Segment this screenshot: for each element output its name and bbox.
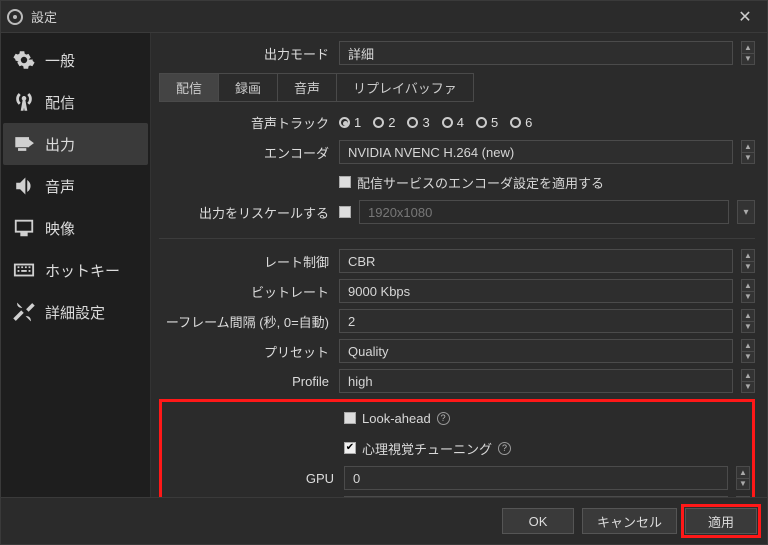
- keyint-input[interactable]: 2: [339, 309, 733, 333]
- gpu-input[interactable]: 0: [344, 466, 728, 490]
- audio-track-label: 音声トラック: [159, 113, 339, 132]
- sidebar-item-label: 出力: [45, 134, 75, 155]
- encoder-settings-section: レート制御 CBR ▲▼ ビットレート 9000 Kbps ▲▼ ーフレーム間隔…: [159, 238, 755, 497]
- rescale-select: 1920x1080: [359, 200, 729, 224]
- psycho-visual-label: 心理視覚チューニング: [362, 439, 492, 458]
- window-title: 設定: [31, 7, 57, 26]
- sidebar-item-label: ホットキー: [45, 260, 120, 281]
- preset-stepper[interactable]: ▲▼: [741, 339, 755, 363]
- speaker-icon: [13, 175, 35, 197]
- sidebar-item-label: 映像: [45, 218, 75, 239]
- sidebar: 一般 配信 出力 音声 映像 ホットキー: [1, 33, 151, 497]
- keyboard-icon: [13, 259, 35, 281]
- audio-track-radio-6[interactable]: 6: [510, 115, 532, 130]
- sidebar-item-stream[interactable]: 配信: [3, 81, 148, 123]
- look-ahead-label: Look-ahead: [362, 411, 431, 426]
- enforce-service-checkbox[interactable]: 配信サービスのエンコーダ設定を適用する: [339, 173, 604, 192]
- output-icon: [13, 133, 35, 155]
- profile-label: Profile: [159, 374, 339, 389]
- content-pane: 出力モード 詳細 ▲▼ 配信 録画 音声 リプレイバッファ 音声トラック 1 2…: [151, 33, 767, 497]
- sidebar-item-label: 詳細設定: [45, 302, 105, 323]
- audio-track-radio-4[interactable]: 4: [442, 115, 464, 130]
- bitrate-stepper[interactable]: ▲▼: [741, 279, 755, 303]
- ok-button[interactable]: OK: [502, 508, 574, 534]
- tab-stream[interactable]: 配信: [159, 73, 219, 102]
- sidebar-item-advanced[interactable]: 詳細設定: [3, 291, 148, 333]
- sidebar-item-label: 一般: [45, 50, 75, 71]
- sidebar-item-output[interactable]: 出力: [3, 123, 148, 165]
- rescale-dropdown-icon: ▾: [737, 200, 755, 224]
- tools-icon: [13, 301, 35, 323]
- tab-audio[interactable]: 音声: [278, 73, 337, 102]
- sidebar-item-label: 配信: [45, 92, 75, 113]
- audio-track-radio-2[interactable]: 2: [373, 115, 395, 130]
- help-icon[interactable]: ?: [498, 442, 511, 455]
- tab-recording[interactable]: 録画: [219, 73, 278, 102]
- bitrate-label: ビットレート: [159, 282, 339, 301]
- sidebar-item-audio[interactable]: 音声: [3, 165, 148, 207]
- audio-track-radio-3[interactable]: 3: [407, 115, 429, 130]
- app-icon: [7, 9, 23, 25]
- keyint-label: ーフレーム間隔 (秒, 0=自動): [159, 312, 339, 331]
- sidebar-item-label: 音声: [45, 176, 75, 197]
- audio-track-radios: 1 2 3 4 5 6: [339, 115, 755, 130]
- encoder-label: エンコーダ: [159, 143, 339, 162]
- encoder-stepper[interactable]: ▲▼: [741, 140, 755, 164]
- bitrate-input[interactable]: 9000 Kbps: [339, 279, 733, 303]
- output-mode-label: 出力モード: [159, 44, 339, 63]
- audio-track-radio-1[interactable]: 1: [339, 115, 361, 130]
- gpu-stepper[interactable]: ▲▼: [736, 466, 750, 490]
- sidebar-item-general[interactable]: 一般: [3, 39, 148, 81]
- gear-icon: [13, 49, 35, 71]
- profile-select[interactable]: high: [339, 369, 733, 393]
- rate-control-label: レート制御: [159, 252, 339, 271]
- output-tabs: 配信 録画 音声 リプレイバッファ: [159, 73, 755, 102]
- output-mode-select[interactable]: 詳細: [339, 41, 733, 65]
- enforce-service-label: 配信サービスのエンコーダ設定を適用する: [357, 173, 604, 192]
- footer: OK キャンセル 適用: [1, 497, 767, 544]
- cancel-button[interactable]: キャンセル: [582, 508, 677, 534]
- rate-control-select[interactable]: CBR: [339, 249, 733, 273]
- encoder-select[interactable]: NVIDIA NVENC H.264 (new): [339, 140, 733, 164]
- gpu-label: GPU: [164, 471, 344, 486]
- rescale-checkbox[interactable]: [339, 206, 351, 218]
- sidebar-item-hotkeys[interactable]: ホットキー: [3, 249, 148, 291]
- keyint-stepper[interactable]: ▲▼: [741, 309, 755, 333]
- profile-stepper[interactable]: ▲▼: [741, 369, 755, 393]
- preset-select[interactable]: Quality: [339, 339, 733, 363]
- apply-button[interactable]: 適用: [685, 508, 757, 534]
- rescale-label: 出力をリスケールする: [159, 203, 339, 222]
- rate-control-stepper[interactable]: ▲▼: [741, 249, 755, 273]
- close-icon[interactable]: ✕: [729, 1, 761, 32]
- sidebar-item-video[interactable]: 映像: [3, 207, 148, 249]
- psycho-visual-checkbox[interactable]: ✔ 心理視覚チューニング ?: [344, 439, 511, 458]
- output-mode-stepper[interactable]: ▲▼: [741, 41, 755, 65]
- tab-replay-buffer[interactable]: リプレイバッファ: [337, 73, 474, 102]
- monitor-icon: [13, 217, 35, 239]
- antenna-icon: [13, 91, 35, 113]
- titlebar: 設定 ✕: [1, 1, 767, 33]
- highlight-box: Look-ahead ? ✔ 心理視覚チューニング ?: [159, 399, 755, 497]
- look-ahead-checkbox[interactable]: Look-ahead ?: [344, 411, 450, 426]
- help-icon[interactable]: ?: [437, 412, 450, 425]
- audio-track-radio-5[interactable]: 5: [476, 115, 498, 130]
- preset-label: プリセット: [159, 342, 339, 361]
- settings-window: 設定 ✕ 一般 配信 出力 音声 映像: [0, 0, 768, 545]
